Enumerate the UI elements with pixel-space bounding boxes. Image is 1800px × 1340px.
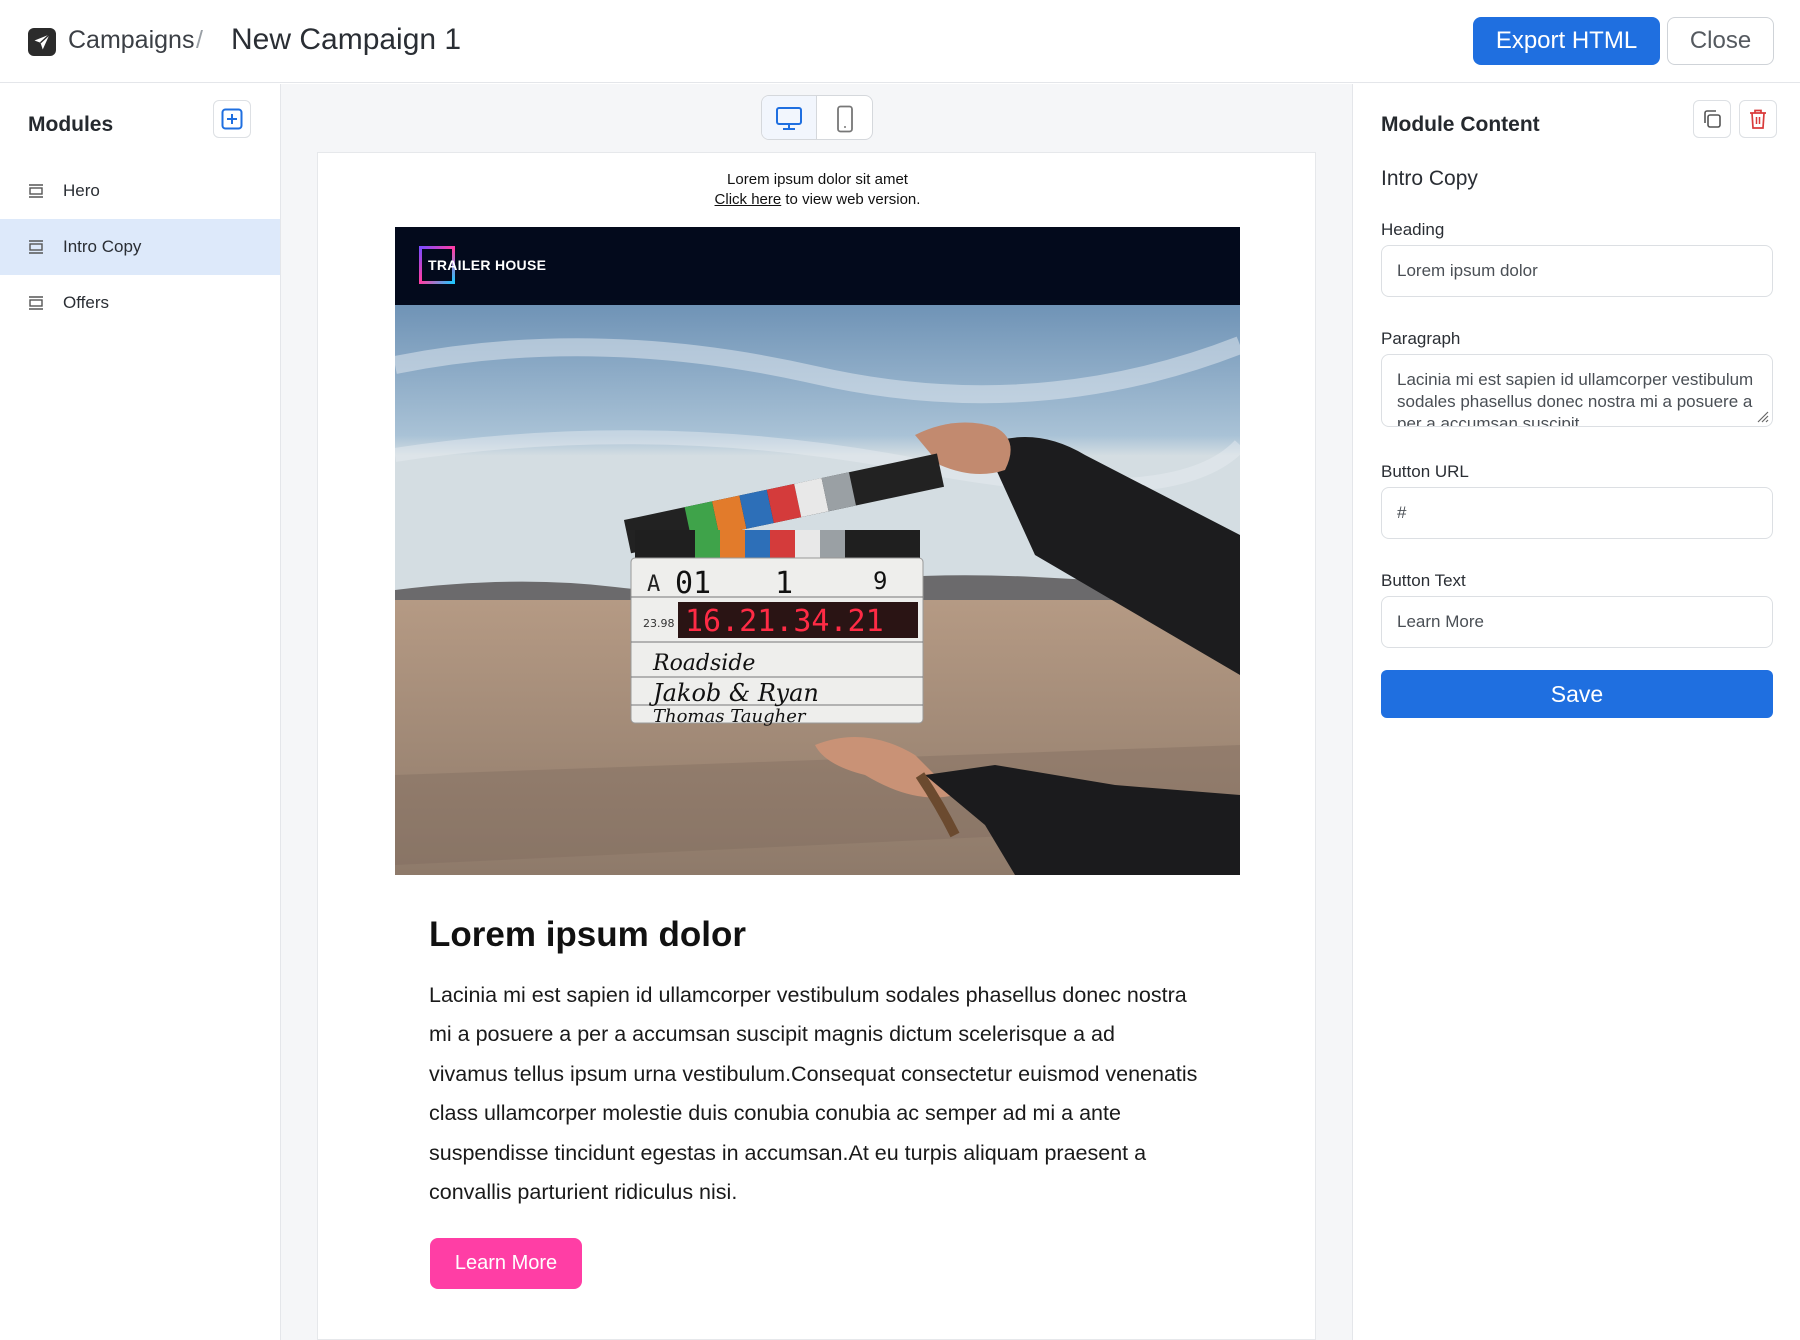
sidebar-item-label: Hero: [63, 181, 100, 200]
plus-square-icon: [221, 108, 243, 130]
sidebar-item-intro-copy[interactable]: Intro Copy: [0, 219, 280, 275]
top-bar: Campaigns / New Campaign 1 Export HTML C…: [0, 0, 1800, 83]
clapper-scene: 01: [675, 566, 711, 601]
clapper-timecode: 16.21.34.21: [685, 604, 884, 639]
button-text-input[interactable]: Learn More: [1381, 596, 1773, 648]
button-text-label: Button Text: [1381, 571, 1466, 590]
button-url-input[interactable]: #: [1381, 487, 1773, 539]
clapper-roll: A: [647, 572, 660, 597]
desktop-view-button[interactable]: [762, 96, 818, 139]
breadcrumb-campaigns[interactable]: Campaigns: [68, 26, 194, 55]
modules-sidebar: Modules Hero Intro Copy Offers: [0, 84, 281, 1340]
mobile-view-button[interactable]: [817, 96, 872, 139]
webview-suffix: to view web version.: [781, 191, 921, 208]
paragraph-textarea[interactable]: Lacinia mi est sapien id ullamcorper ves…: [1381, 354, 1773, 427]
copy-icon: [1704, 110, 1721, 128]
sidebar-item-label: Intro Copy: [63, 237, 142, 256]
clapper-production: Roadside: [652, 651, 755, 676]
resize-handle-icon[interactable]: [1755, 409, 1769, 423]
trash-icon: [1750, 109, 1766, 129]
heading-input[interactable]: Lorem ipsum dolor: [1381, 245, 1773, 297]
email-preview: Lorem ipsum dolor sit amet Click here to…: [317, 152, 1316, 1340]
preheader-text: Lorem ipsum dolor sit amet: [727, 171, 908, 188]
sidebar-item-label: Offers: [63, 293, 109, 312]
paragraph-label: Paragraph: [1381, 329, 1461, 348]
heading-label: Heading: [1381, 220, 1445, 239]
module-content-panel: Module Content Intro Copy Heading Lorem …: [1352, 84, 1800, 1340]
clapper-camera: Thomas Taugher: [653, 706, 807, 727]
duplicate-module-button[interactable]: [1693, 100, 1731, 138]
clapper-director: Jakob & Ryan: [648, 679, 819, 707]
webview-line: Click here to view web version.: [318, 191, 1317, 208]
brand-name: TRAILER HOUSE: [428, 257, 547, 273]
paragraph-textarea-value: Lacinia mi est sapien id ullamcorper ves…: [1397, 370, 1754, 427]
device-toggle: [761, 95, 873, 140]
webview-link[interactable]: Click here: [715, 191, 782, 208]
modules-title: Modules: [28, 113, 114, 136]
clapper-shot: 1: [775, 566, 793, 601]
mobile-icon: [836, 105, 853, 132]
paper-plane-icon[interactable]: [28, 28, 56, 56]
intro-paragraph: Lacinia mi est sapien id ullamcorper ves…: [429, 983, 1198, 1205]
breadcrumb-separator: /: [196, 26, 203, 54]
desktop-icon: [776, 106, 802, 130]
sidebar-item-offers[interactable]: Offers: [0, 275, 280, 331]
module-icon: [29, 184, 43, 198]
intro-heading: Lorem ipsum dolor: [429, 915, 746, 954]
learn-more-button[interactable]: Learn More: [430, 1238, 582, 1289]
page-title: New Campaign 1: [231, 23, 462, 56]
email-canvas: Lorem ipsum dolor sit amet Click here to…: [281, 84, 1352, 1340]
clapper-fps: 23.98: [643, 617, 675, 630]
add-module-button[interactable]: [213, 100, 251, 138]
export-html-button[interactable]: Export HTML: [1473, 17, 1660, 65]
close-button[interactable]: Close: [1667, 17, 1774, 65]
panel-title: Module Content: [1381, 113, 1540, 136]
button-url-label: Button URL: [1381, 462, 1469, 481]
module-icon: [29, 296, 43, 310]
hero-image: A 01 1 9 23.98 16.21.34.21 Roadside Jako…: [395, 305, 1240, 875]
module-name: Intro Copy: [1381, 167, 1478, 190]
brand-header: TRAILER HOUSE: [395, 227, 1240, 305]
clapper-take: 9: [873, 567, 887, 595]
sidebar-item-hero[interactable]: Hero: [0, 163, 280, 219]
delete-module-button[interactable]: [1739, 100, 1777, 138]
module-icon: [29, 240, 43, 254]
save-button[interactable]: Save: [1381, 670, 1773, 718]
